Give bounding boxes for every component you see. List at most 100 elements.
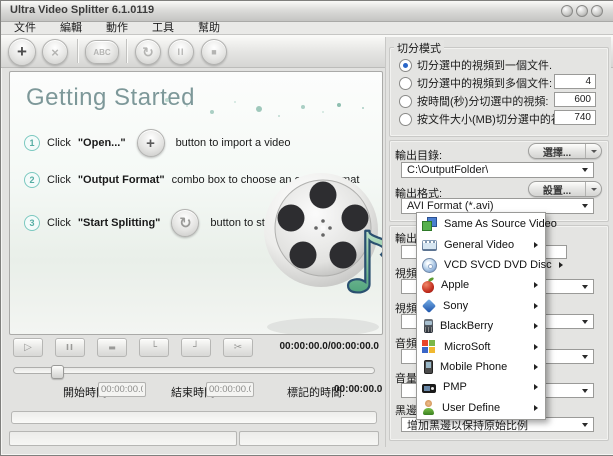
split-mode-option-multi-file[interactable]: 切分選中的視頻到多個文件: — [399, 75, 552, 91]
stop-icon: ■ — [211, 47, 216, 57]
remove-button[interactable]: × — [42, 39, 68, 65]
format-menu-item-pmp[interactable]: PMP — [418, 377, 544, 397]
blackberry-phone-icon — [424, 319, 433, 333]
submenu-arrow-icon — [534, 282, 538, 288]
format-menu-item-user-define[interactable]: User Define — [418, 398, 544, 418]
open-button-illustration[interactable]: + — [137, 129, 165, 157]
submenu-arrow-icon — [534, 242, 538, 248]
radio-selected-icon[interactable] — [399, 59, 412, 72]
film-frames-icon — [422, 217, 437, 232]
radio-icon[interactable] — [399, 77, 412, 90]
dropdown-arrow-icon — [582, 320, 588, 324]
split-size-mb-input[interactable] — [554, 110, 596, 125]
format-settings-dropdown[interactable] — [585, 182, 601, 196]
choose-directory-dropdown[interactable] — [585, 144, 601, 158]
step-2-number: 2 — [24, 172, 40, 188]
format-menu-item-mobile-phone[interactable]: Mobile Phone — [418, 357, 544, 377]
format-settings-button[interactable]: 設置... — [528, 181, 602, 197]
radio-icon[interactable] — [399, 113, 412, 126]
cut-button[interactable]: ✂ — [223, 338, 253, 357]
mark-start-button[interactable]: └ — [139, 338, 169, 357]
format-menu-item-apple[interactable]: Apple — [418, 275, 544, 295]
dropdown-arrow-icon — [582, 355, 588, 359]
minimize-button[interactable] — [561, 5, 573, 17]
menu-edit[interactable]: 編輯 — [60, 22, 82, 35]
format-menu-item-microsoft[interactable]: MicroSoft — [418, 336, 544, 356]
output-format-menu: Same As Source Video General Video VCD S… — [416, 212, 546, 420]
step-3-text-pre: Click — [47, 217, 71, 229]
play-button[interactable]: ▷ — [13, 338, 43, 357]
plus-icon: + — [146, 135, 155, 152]
chevron-down-icon — [591, 150, 597, 153]
getting-started-panel: Getting Started 1 Click "Open..." + butt… — [9, 71, 383, 335]
step-3-text-strong: "Start Splitting" — [78, 217, 161, 229]
dropdown-arrow-icon — [582, 423, 588, 427]
menu-help[interactable]: 幫助 — [198, 22, 220, 35]
svg-text:♪: ♪ — [341, 214, 383, 312]
marked-time-value: 00:00:00.0 — [334, 384, 382, 395]
submenu-arrow-icon — [534, 323, 538, 329]
pause-button[interactable]: II — [168, 39, 194, 65]
plus-icon: + — [17, 42, 27, 62]
rename-button[interactable]: ABC — [85, 40, 119, 64]
split-mode-option-by-time[interactable]: 按時間(秒)分切選中的視頻: — [399, 93, 548, 109]
progress-bar — [11, 411, 377, 424]
user-icon — [422, 400, 435, 415]
end-time-input[interactable] — [206, 382, 254, 397]
abc-icon: ABC — [93, 48, 110, 57]
split-button-illustration[interactable]: ↻ — [171, 209, 199, 237]
dropdown-arrow-icon — [582, 389, 588, 393]
window-title: Ultra Video Splitter 6.1.0119 — [10, 4, 154, 16]
split-mode-option-by-size[interactable]: 按文件大小(MB)切分選中的視頻: — [399, 111, 576, 127]
start-time-input[interactable] — [98, 382, 146, 397]
maximize-button[interactable] — [576, 5, 588, 17]
refresh-icon: ↻ — [179, 214, 192, 232]
scissors-icon: ✂ — [234, 343, 242, 353]
mobile-phone-icon — [424, 360, 433, 374]
close-button[interactable] — [591, 5, 603, 17]
dropdown-arrow-icon — [582, 204, 588, 208]
mark-start-icon: └ — [151, 343, 157, 353]
open-button[interactable]: + — [8, 38, 36, 66]
pause-button[interactable]: II — [55, 338, 85, 357]
split-mode-group-label: 切分模式 — [394, 40, 444, 56]
submenu-arrow-icon — [534, 364, 538, 370]
stop-button[interactable]: ■ — [201, 39, 227, 65]
menu-file[interactable]: 文件 — [14, 22, 36, 35]
multi-file-count-input[interactable] — [554, 74, 596, 89]
pause-icon: II — [177, 47, 184, 57]
step-1-text-strong: "Open..." — [78, 137, 126, 149]
toolbar-separator — [77, 39, 79, 63]
chevron-down-icon — [591, 188, 597, 191]
mark-end-button[interactable]: ┘ — [181, 338, 211, 357]
mark-end-icon: ┘ — [193, 343, 199, 353]
seek-slider[interactable] — [13, 365, 375, 377]
split-seconds-input[interactable] — [554, 92, 596, 107]
play-icon: ▷ — [24, 343, 32, 353]
step-1-text-post: button to import a video — [176, 137, 291, 149]
stop-button[interactable]: ▬ — [97, 338, 127, 357]
pause-icon: II — [66, 344, 74, 352]
slider-handle[interactable] — [51, 365, 64, 379]
start-split-button[interactable]: ↻ — [135, 39, 161, 65]
format-menu-item-general-video[interactable]: General Video — [418, 234, 544, 254]
title-bar[interactable]: Ultra Video Splitter 6.1.0119 — [1, 1, 613, 22]
output-directory-combo[interactable]: C:\OutputFolder\ — [401, 162, 594, 178]
step-1: 1 Click "Open..." + button to import a v… — [24, 129, 291, 157]
radio-icon[interactable] — [399, 95, 412, 108]
playback-time-display: 00:00:00.0/00:00:00.0 — [269, 341, 379, 352]
choose-directory-button[interactable]: 選擇... — [528, 143, 602, 159]
menu-action[interactable]: 動作 — [106, 22, 128, 35]
split-mode-option-single-file[interactable]: 切分選中的視頻到一個文件. — [399, 57, 552, 73]
slider-track[interactable] — [13, 367, 375, 374]
format-menu-item-sony[interactable]: Sony — [418, 296, 544, 316]
output-size-label: 輸出 — [395, 230, 417, 246]
format-menu-item-vcd-svcd-dvd[interactable]: VCD SVCD DVD Disc — [418, 255, 544, 275]
format-menu-item-same-as-source[interactable]: Same As Source Video — [418, 214, 544, 234]
status-bar — [9, 431, 379, 446]
step-2-text-strong: "Output Format" — [78, 174, 165, 186]
menu-tools[interactable]: 工具 — [152, 22, 174, 35]
apple-icon — [422, 281, 434, 293]
toolbar-separator — [126, 39, 128, 63]
format-menu-item-blackberry[interactable]: BlackBerry — [418, 316, 544, 336]
